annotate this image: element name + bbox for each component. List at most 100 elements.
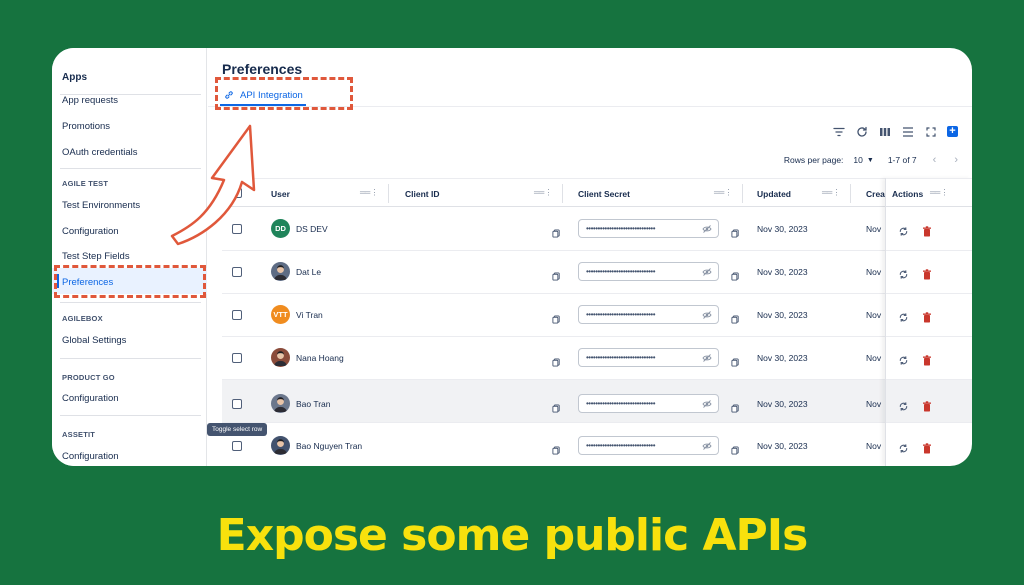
user-name: Dat Le [296, 267, 322, 277]
sidebar-section-agilebox: AGILEBOX [62, 314, 103, 323]
masked-secret: •••••••••••••••••••••••••••••• [586, 224, 656, 233]
filter-icon[interactable] [832, 125, 845, 138]
sidebar-section-agile-test: AGILE TEST [62, 179, 109, 188]
column-header-client-secret[interactable]: Client Secret [578, 179, 630, 208]
copy-client-id-icon[interactable] [552, 354, 561, 367]
rows-per-page-value: 10 [853, 155, 863, 165]
avatar-initials: DD [275, 224, 286, 233]
user-name: Vi Tran [296, 310, 323, 320]
row-select-checkbox[interactable] [232, 310, 242, 320]
density-icon[interactable] [901, 125, 914, 138]
copy-client-id-icon[interactable] [552, 442, 561, 455]
copy-client-id-icon[interactable] [552, 400, 561, 413]
copy-client-secret-icon[interactable] [731, 442, 740, 455]
copy-client-secret-icon[interactable] [731, 311, 740, 324]
sidebar-divider [60, 302, 201, 303]
table-row[interactable]: Nana Hoang ••••••••••••••••••••••••••••••… [222, 337, 972, 380]
copy-client-id-icon[interactable] [552, 311, 561, 324]
masked-secret: •••••••••••••••••••••••••••••• [586, 399, 656, 408]
column-resizer[interactable] [742, 184, 743, 203]
table-header: User ══ ⋮ Client ID ══ ⋮ Client Secret ═… [222, 178, 972, 207]
updated-date: Nov 30, 2023 [757, 441, 808, 451]
column-menu-icon[interactable]: ══ ⋮ [534, 188, 553, 197]
add-icon[interactable]: + [947, 126, 958, 137]
user-photo-icon [273, 351, 288, 367]
user-name: Nana Hoang [296, 353, 344, 363]
annotation-arrow-icon [170, 124, 256, 246]
user-name: Bao Nguyen Tran [296, 441, 363, 451]
column-header-user[interactable]: User [271, 179, 290, 208]
table-row[interactable]: DD DS DEV •••••••••••••••••••••••••••••• No… [222, 208, 972, 251]
rows-per-page-select[interactable]: 10 ▼ [853, 155, 873, 165]
copy-client-id-icon[interactable] [552, 268, 561, 281]
copy-client-secret-icon[interactable] [731, 400, 740, 413]
row-select-checkbox[interactable] [232, 267, 242, 277]
masked-secret: •••••••••••••••••••••••••••••• [586, 441, 656, 450]
caption: Expose some public APIs [216, 510, 809, 561]
sidebar-item-oauth-credentials[interactable]: OAuth credentials [62, 147, 138, 158]
eye-off-icon[interactable] [702, 353, 712, 363]
row-select-checkbox[interactable] [232, 441, 242, 451]
row-select-checkbox[interactable] [232, 399, 242, 409]
next-page-icon[interactable]: › [954, 154, 958, 166]
client-secret-field[interactable]: •••••••••••••••••••••••••••••• [578, 305, 719, 324]
chevron-down-icon: ▼ [866, 156, 874, 164]
created-date: Nov [866, 224, 882, 234]
column-header-created[interactable]: Crea [866, 179, 885, 208]
column-header-updated[interactable]: Updated [757, 179, 791, 208]
copy-client-secret-icon[interactable] [731, 268, 740, 281]
column-menu-icon[interactable]: ══ ⋮ [360, 188, 379, 197]
avatar: DD [271, 219, 290, 238]
updated-date: Nov 30, 2023 [757, 224, 808, 234]
refresh-icon[interactable] [855, 125, 868, 138]
table-row[interactable]: Bao Tran •••••••••••••••••••••••••••••• No… [222, 380, 972, 423]
updated-date: Nov 30, 2023 [757, 353, 808, 363]
sidebar-item-configuration[interactable]: Configuration [62, 226, 119, 237]
client-secret-field[interactable]: •••••••••••••••••••••••••••••• [578, 348, 719, 367]
fullscreen-icon[interactable] [924, 125, 937, 138]
sidebar-apps-heading: Apps [62, 72, 87, 83]
row-select-checkbox[interactable] [232, 353, 242, 363]
copy-client-id-icon[interactable] [552, 225, 561, 238]
rows-per-page-label: Rows per page: [783, 155, 844, 165]
sidebar: Apps App requests Promotions OAuth crede… [52, 48, 207, 466]
pagination: Rows per page: 10 ▼ 1-7 of 7 ‹ › [784, 154, 958, 166]
eye-off-icon[interactable] [702, 441, 712, 451]
eye-off-icon[interactable] [702, 399, 712, 409]
column-resizer[interactable] [388, 184, 389, 203]
client-secret-field[interactable]: •••••••••••••••••••••••••••••• [578, 219, 719, 238]
updated-date: Nov 30, 2023 [757, 267, 808, 277]
avatar [271, 262, 290, 281]
column-header-client-id[interactable]: Client ID [405, 179, 439, 208]
table-row[interactable]: Bao Nguyen Tran •••••••••••••••••••••••••… [222, 425, 972, 466]
column-resizer[interactable] [562, 184, 563, 203]
sidebar-item-test-environments[interactable]: Test Environments [62, 200, 140, 211]
eye-off-icon[interactable] [702, 224, 712, 234]
sidebar-item-test-step-fields[interactable]: Test Step Fields [62, 251, 130, 262]
client-secret-field[interactable]: •••••••••••••••••••••••••••••• [578, 262, 719, 281]
sidebar-item-promotions[interactable]: Promotions [62, 121, 110, 132]
app-window: Apps App requests Promotions OAuth crede… [52, 48, 972, 466]
eye-off-icon[interactable] [702, 310, 712, 320]
prev-page-icon[interactable]: ‹ [933, 154, 937, 166]
user-photo-icon [273, 397, 288, 413]
copy-client-secret-icon[interactable] [731, 225, 740, 238]
column-menu-icon[interactable]: ══ ⋮ [714, 188, 733, 197]
updated-date: Nov 30, 2023 [757, 399, 808, 409]
eye-off-icon[interactable] [702, 267, 712, 277]
copy-client-secret-icon[interactable] [731, 354, 740, 367]
client-secret-field[interactable]: •••••••••••••••••••••••••••••• [578, 436, 719, 455]
table-row[interactable]: Dat Le •••••••••••••••••••••••••••••• Nov … [222, 251, 972, 294]
sidebar-item-global-settings[interactable]: Global Settings [62, 335, 126, 346]
column-menu-icon[interactable]: ══ ⋮ [822, 188, 841, 197]
avatar [271, 436, 290, 455]
column-resizer[interactable] [850, 184, 851, 203]
sidebar-divider [60, 358, 201, 359]
sidebar-item-app-requests[interactable]: App requests [62, 95, 118, 106]
sidebar-item-configuration[interactable]: Configuration [62, 451, 119, 462]
sidebar-item-configuration[interactable]: Configuration [62, 393, 119, 404]
table-row[interactable]: VTT Vi Tran ••••••••••••••••••••••••••••••… [222, 294, 972, 337]
columns-icon[interactable] [878, 125, 891, 138]
client-secret-field[interactable]: •••••••••••••••••••••••••••••• [578, 394, 719, 413]
table-toolbar: + [832, 125, 958, 138]
